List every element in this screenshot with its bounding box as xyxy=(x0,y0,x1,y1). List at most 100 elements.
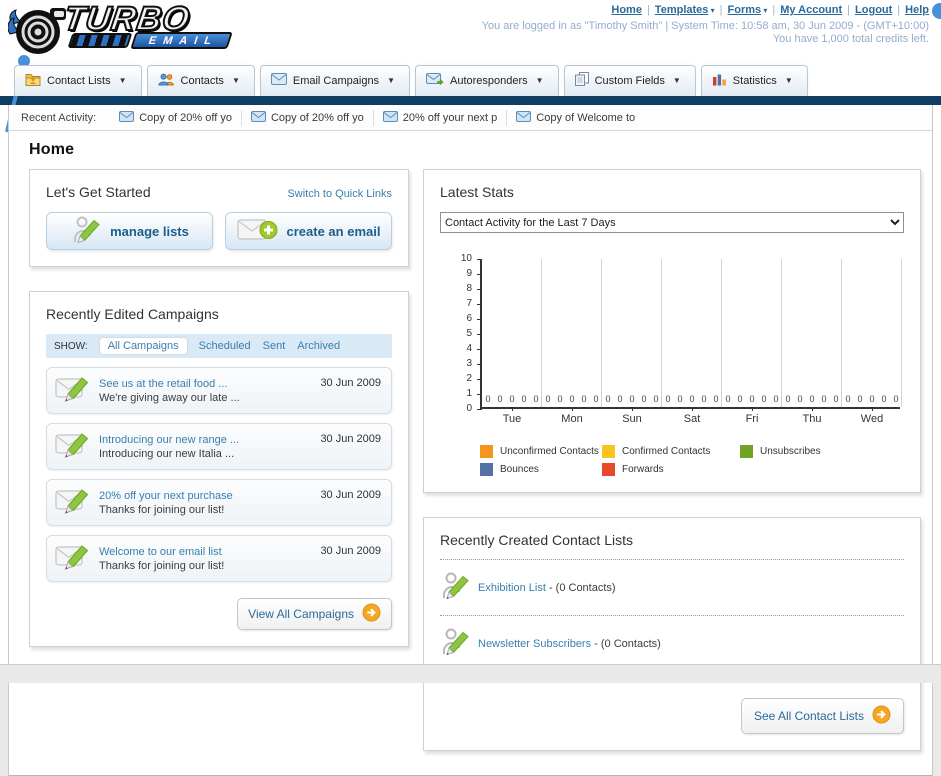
turbo-swirl-icon xyxy=(8,8,66,54)
navy-divider-bar xyxy=(0,96,941,105)
create-an-email-button[interactable]: create an email xyxy=(225,212,392,250)
campaign-edit-icon xyxy=(55,486,91,519)
legend-label: Bounces xyxy=(500,464,539,475)
campaign-list-item[interactable]: Introducing our new range ... Introducing… xyxy=(46,423,392,470)
stats-period-select[interactable]: Contact Activity for the Last 7 Days xyxy=(440,212,904,233)
y-axis-tick xyxy=(477,288,482,290)
manage-lists-button[interactable]: manage lists xyxy=(46,212,213,250)
legend-color-swatch xyxy=(480,463,493,476)
recent-activity-item[interactable]: Copy of 20% off yo xyxy=(110,110,241,126)
campaign-list-item[interactable]: See us at the retail food ... We're givin… xyxy=(46,367,392,414)
mail-small-icon xyxy=(382,110,398,125)
top-link-help[interactable]: Help xyxy=(905,4,929,16)
tab-autoresponders[interactable]: Autoresponders ▼ xyxy=(414,65,559,96)
campaign-edit-icon xyxy=(55,542,91,575)
turbo-logo[interactable]: TURBO EMAIL xyxy=(8,0,233,60)
tab-custom-fields[interactable]: Custom Fields ▼ xyxy=(563,65,696,96)
top-header: TURBO EMAIL Home | Templates ▾ | Forms ▾ | My … xyxy=(0,0,941,133)
contact-list-count: - (0 Contacts) xyxy=(548,581,616,594)
bar-value-label: 0 xyxy=(857,394,863,404)
tab-email-campaigns[interactable]: Email Campaigns ▼ xyxy=(259,65,410,96)
y-axis-tick-label: 7 xyxy=(466,298,472,309)
campaign-title[interactable]: Welcome to our email list xyxy=(99,546,312,558)
y-axis-tick-label: 1 xyxy=(466,388,472,399)
filter-archived[interactable]: Archived xyxy=(297,340,340,352)
filter-all-campaigns[interactable]: All Campaigns xyxy=(99,338,187,354)
get-started-panel: Let's Get Started Switch to Quick Links … xyxy=(29,169,409,267)
top-link-my-account[interactable]: My Account xyxy=(780,4,842,16)
campaign-list-item[interactable]: 20% off your next purchase Thanks for joi… xyxy=(46,479,392,526)
bar-value-label: 0 xyxy=(761,394,767,404)
x-axis-tick xyxy=(752,407,753,411)
tab-label: Custom Fields xyxy=(594,74,665,87)
y-axis-tick xyxy=(477,303,482,305)
campaign-edit-icon xyxy=(55,374,91,407)
autoresponder-icon xyxy=(425,72,444,89)
link-separator: | xyxy=(847,4,851,16)
campaign-date: 30 Jun 2009 xyxy=(320,433,381,445)
bar-value-label: 0 xyxy=(821,394,827,404)
y-axis-tick-label: 2 xyxy=(466,373,472,384)
bar-value-label: 0 xyxy=(869,394,875,404)
link-separator: | xyxy=(772,4,776,16)
filter-sent[interactable]: Sent xyxy=(263,340,286,352)
top-link-forms[interactable]: Forms xyxy=(728,4,762,16)
contact-list-link[interactable]: Exhibition List xyxy=(478,582,546,594)
bar-value-label: 0 xyxy=(641,394,647,404)
filter-scheduled[interactable]: Scheduled xyxy=(199,340,251,352)
bar-value-label: 0 xyxy=(605,394,611,404)
top-link-templates[interactable]: Templates xyxy=(655,4,709,16)
campaigns-title: Recently Edited Campaigns xyxy=(46,306,219,322)
x-axis-tick xyxy=(572,407,573,411)
main-nav-tabs: Contact Lists ▼ Contacts ▼ Email Campaigns ▼ A… xyxy=(14,65,808,96)
campaign-title[interactable]: See us at the retail food ... xyxy=(99,378,312,390)
bar-value-label: 0 xyxy=(617,394,623,404)
logo-stripes xyxy=(67,33,133,48)
recent-activity-item[interactable]: 20% off your next p xyxy=(372,109,507,126)
tab-label: Contact Lists xyxy=(47,74,111,87)
switch-quick-links[interactable]: Switch to Quick Links xyxy=(287,188,392,200)
see-all-contact-lists-button[interactable]: See All Contact Lists xyxy=(740,698,904,734)
bar-value-label: 0 xyxy=(485,394,491,404)
get-started-title: Let's Get Started xyxy=(46,184,151,200)
header-right: Home | Templates ▾ | Forms ▾ | My Account | Logo… xyxy=(482,4,929,45)
tab-statistics[interactable]: Statistics ▼ xyxy=(700,65,808,96)
y-axis-tick-label: 10 xyxy=(460,253,472,264)
tab-contact-lists[interactable]: Contact Lists ▼ xyxy=(14,65,142,96)
list-edit-icon xyxy=(440,627,470,660)
bar-value-label: 0 xyxy=(749,394,755,404)
folder-icon xyxy=(25,73,41,89)
chart-gridline xyxy=(781,259,782,407)
top-link-logout[interactable]: Logout xyxy=(855,4,892,16)
link-separator: | xyxy=(897,4,901,16)
tab-contacts[interactable]: Contacts ▼ xyxy=(146,65,255,96)
campaign-title[interactable]: 20% off your next purchase xyxy=(99,490,312,502)
campaign-title[interactable]: Introducing our new range ... xyxy=(99,434,312,446)
x-axis-tick xyxy=(632,407,633,411)
contact-list-item[interactable]: Newsletter Subscribers - (0 Contacts) xyxy=(440,625,904,662)
tab-label: Email Campaigns xyxy=(292,74,380,87)
bar-value-label: 0 xyxy=(557,394,563,404)
y-axis-tick xyxy=(477,348,482,350)
chart-plot-area: 0 1 2 3 4 5 6 7 8 9 10 0 0 0 0 0 Tue 0 0 0 0 0 Mon 0 0 0 0 0 Sun 0 0 0 0… xyxy=(461,253,902,425)
show-label: SHOW: xyxy=(54,340,88,352)
campaign-edit-icon xyxy=(55,430,91,463)
mail-small-icon xyxy=(516,110,532,125)
recent-activity-item[interactable]: Copy of Welcome to xyxy=(506,109,644,126)
arrow-circle-icon xyxy=(362,603,381,625)
bar-value-label: 0 xyxy=(737,394,743,404)
recent-activity-item[interactable]: Copy of 20% off yo xyxy=(240,109,373,126)
top-link-home[interactable]: Home xyxy=(611,4,642,16)
chevron-down-icon: ▼ xyxy=(118,76,127,85)
bar-value-label: 0 xyxy=(773,394,779,404)
y-axis-tick xyxy=(477,258,482,260)
campaign-list-item[interactable]: Welcome to our email list Thanks for join… xyxy=(46,535,392,582)
page-title: Home xyxy=(29,141,75,158)
contact-list-item[interactable]: Exhibition List - (0 Contacts) xyxy=(440,569,904,606)
bar-value-label: 0 xyxy=(653,394,659,404)
bar-value-label: 0 xyxy=(509,394,515,404)
contact-list-link[interactable]: Newsletter Subscribers xyxy=(478,638,591,650)
view-all-campaigns-label: View All Campaigns xyxy=(248,607,354,621)
bar-value-label: 0 xyxy=(845,394,851,404)
view-all-campaigns-button[interactable]: View All Campaigns xyxy=(237,598,392,630)
